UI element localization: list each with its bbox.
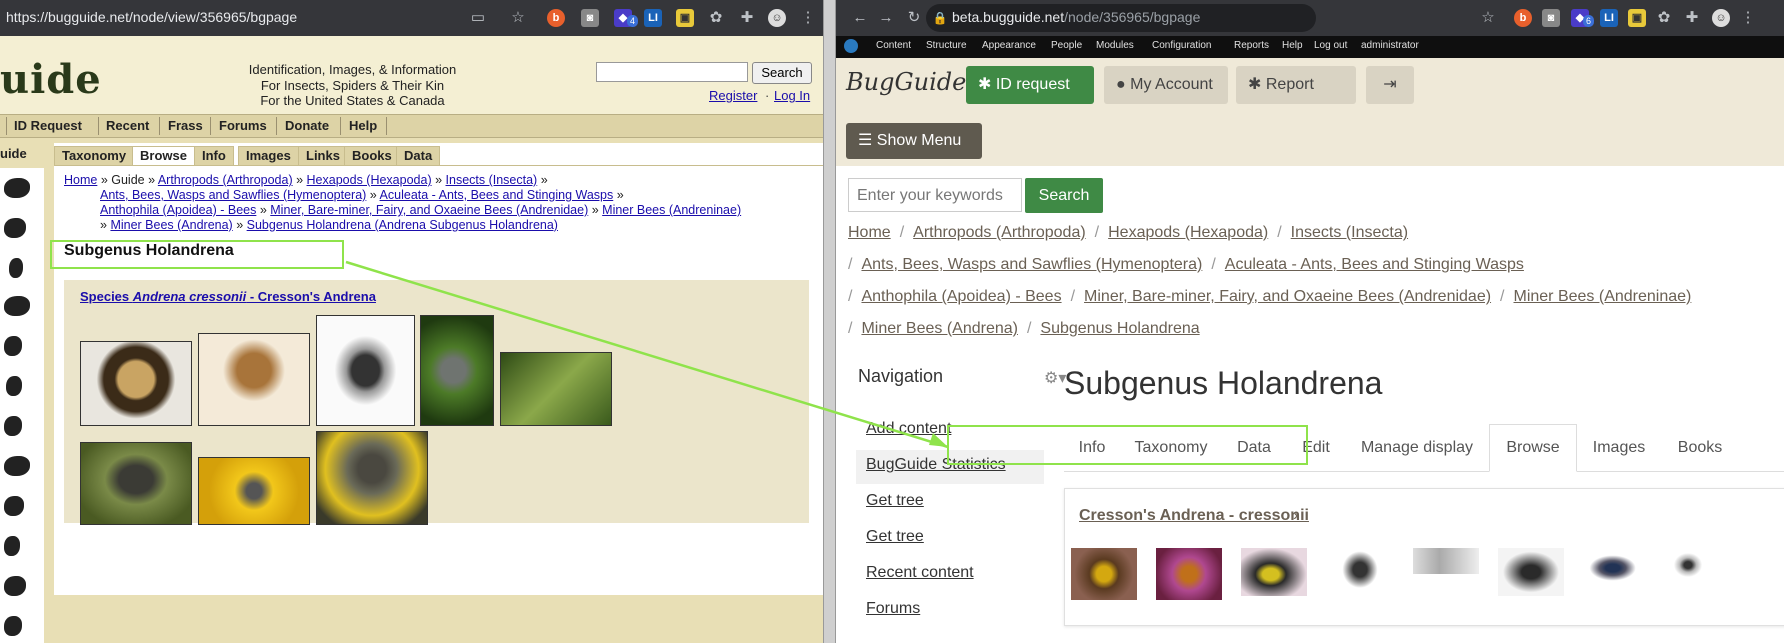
arrow-line [345, 260, 949, 449]
tab-browse[interactable]: Browse [1489, 424, 1577, 472]
arrow-head [929, 433, 948, 447]
annotation-arrow [345, 260, 949, 449]
